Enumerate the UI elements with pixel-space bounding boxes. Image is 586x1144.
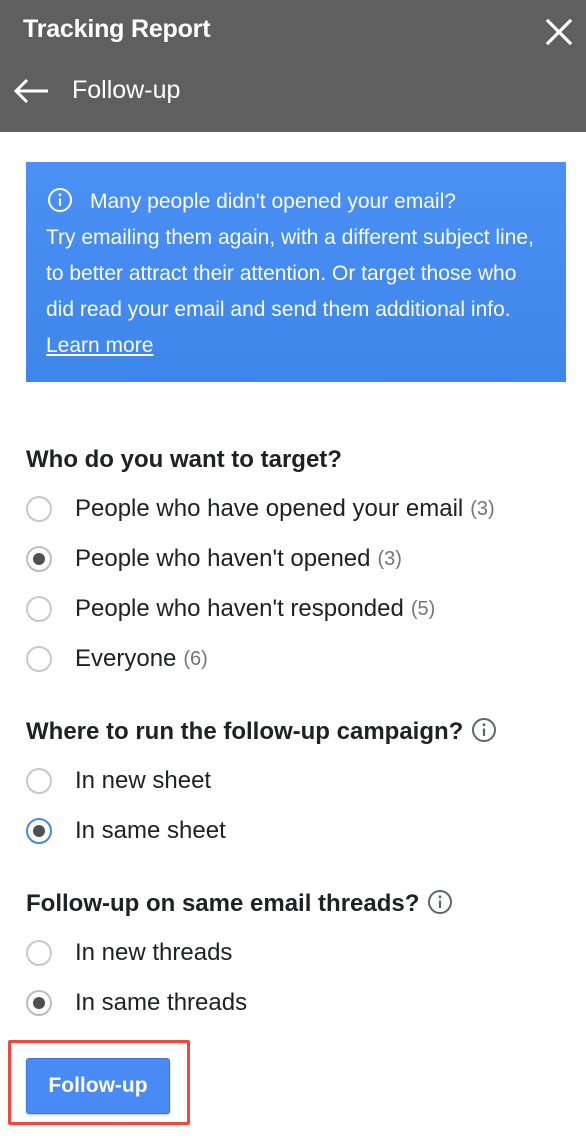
close-icon[interactable]	[545, 18, 573, 46]
campaign-option-new-sheet[interactable]: In new sheet	[26, 764, 211, 798]
threads-option-new[interactable]: In new threads	[26, 936, 232, 970]
campaign-option-same-sheet[interactable]: In same sheet	[26, 814, 226, 848]
info-headline: Many people didn't opened your email?	[90, 190, 456, 213]
target-section-title: Who do you want to target?	[26, 446, 342, 473]
option-label: People who haven't responded	[75, 595, 404, 622]
info-body: Try emailing them again, with a differen…	[46, 226, 534, 321]
option-label: In new threads	[75, 939, 233, 966]
threads-title-text: Follow-up on same email threads?	[26, 890, 420, 917]
radio-button[interactable]	[26, 646, 52, 672]
option-count: (6)	[183, 647, 208, 670]
info-banner: Many people didn't opened your email? Tr…	[26, 162, 566, 382]
radio-button[interactable]	[26, 496, 52, 522]
option-label: People who have opened your email	[75, 495, 464, 522]
option-count: (3)	[377, 547, 402, 570]
header-bar: Tracking Report Follow-up	[0, 0, 586, 132]
app-title: Tracking Report	[23, 15, 211, 43]
page-title: Follow-up	[72, 76, 181, 104]
threads-option-same[interactable]: In same threads	[26, 986, 247, 1020]
option-label: In same threads	[75, 989, 248, 1016]
threads-section-title: Follow-up on same email threads?	[26, 889, 453, 918]
campaign-section-title: Where to run the follow-up campaign?	[26, 717, 497, 746]
radio-button-selected[interactable]	[26, 818, 52, 844]
option-count: (3)	[470, 497, 495, 520]
info-icon[interactable]	[471, 717, 497, 743]
radio-button[interactable]	[26, 940, 52, 966]
radio-button[interactable]	[26, 768, 52, 794]
radio-button-selected[interactable]	[26, 990, 52, 1016]
target-option-not-responded[interactable]: People who haven't responded (5)	[26, 592, 435, 626]
option-label: In same sheet	[75, 817, 226, 844]
option-count: (5)	[410, 597, 436, 620]
target-option-opened[interactable]: People who have opened your email (3)	[26, 492, 495, 526]
info-icon	[48, 188, 72, 212]
target-option-not-opened[interactable]: People who haven't opened (3)	[26, 542, 402, 576]
option-label: People who haven't opened	[75, 545, 371, 572]
option-label: In new sheet	[75, 767, 212, 794]
campaign-title-text: Where to run the follow-up campaign?	[26, 718, 464, 745]
radio-button-selected[interactable]	[26, 546, 52, 572]
option-label: Everyone	[75, 645, 177, 672]
arrow-left-icon[interactable]	[12, 76, 50, 106]
learn-more-link[interactable]: Learn more	[46, 334, 153, 357]
target-option-everyone[interactable]: Everyone (6)	[26, 642, 208, 676]
follow-up-button[interactable]: Follow-up	[26, 1058, 170, 1114]
info-icon[interactable]	[427, 889, 453, 915]
radio-button[interactable]	[26, 596, 52, 622]
